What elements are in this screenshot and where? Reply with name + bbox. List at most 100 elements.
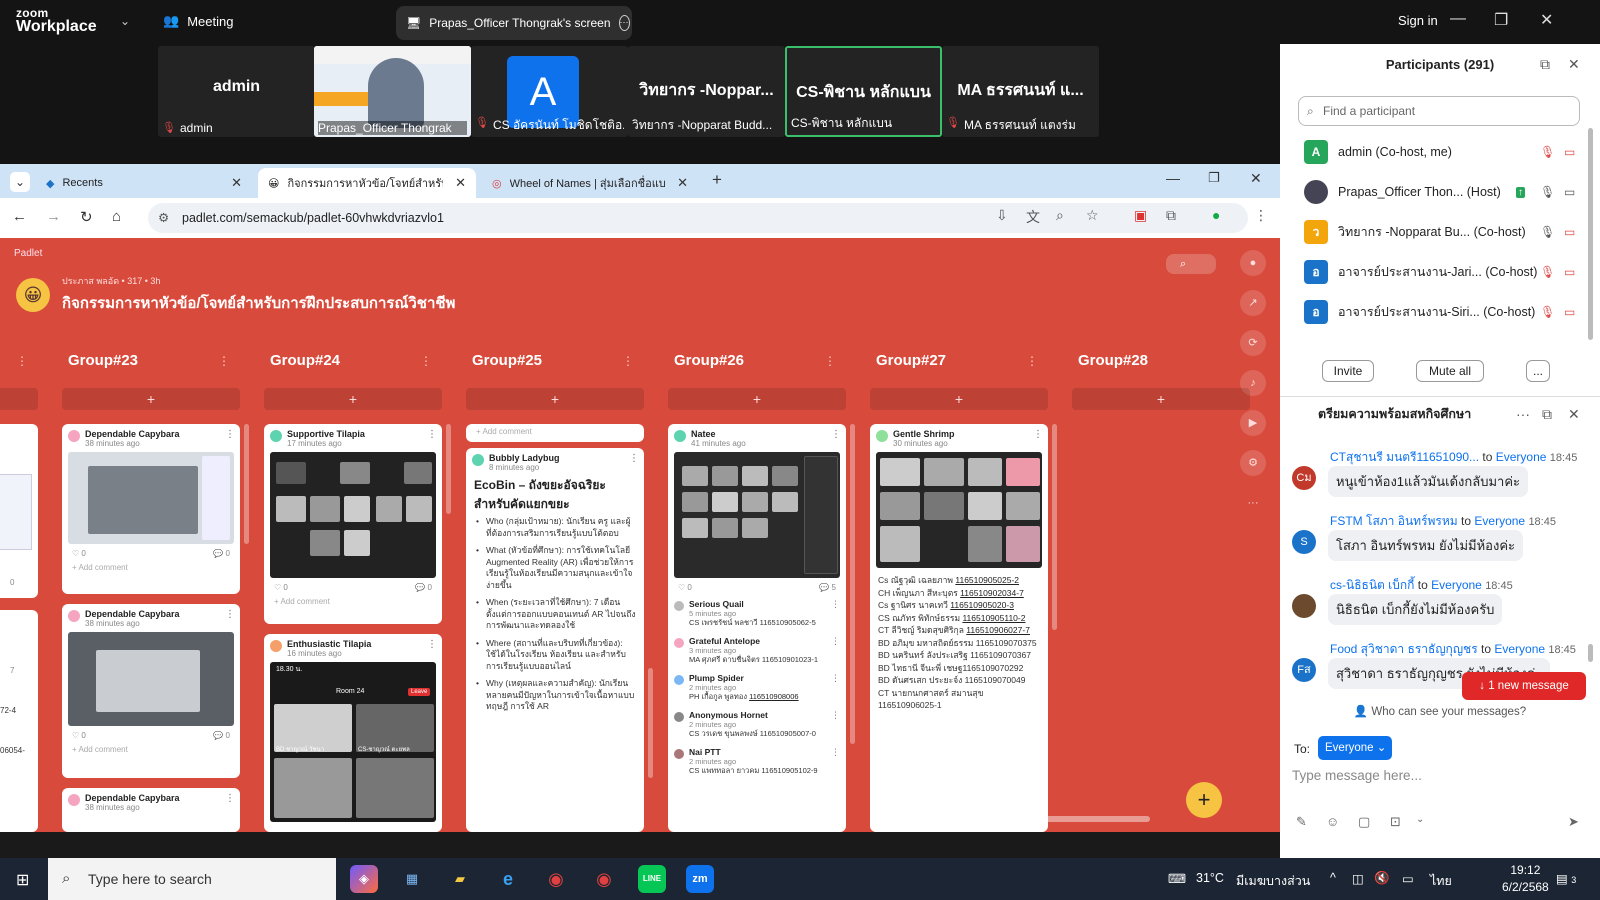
participant-row[interactable]: ว วิทยากร -Nopparat Bu... (Co-host) 🎙 ▭ [1280,212,1600,252]
add-post-button[interactable]: + [870,388,1048,410]
line-app-icon[interactable]: LINE [638,865,666,893]
sender-name[interactable]: Food สุวิชาดา ธราธัญกุญชร [1330,642,1478,656]
post-card[interactable]: Bubbly Ladybug 8 minutes ago ⋮ EcoBin – ถั… [466,448,644,832]
video-tile-ma[interactable]: MA ธรรศนนท์ แ... 🎙 MA ธรรศนนท์ แตงร่ม [942,46,1099,137]
meeting-button[interactable]: 👥 Meeting [163,13,233,29]
clock[interactable]: 19:12 6/2/2568 [1502,862,1549,896]
post-menu-icon[interactable]: ⋮ [225,429,235,440]
add-post-button[interactable]: + [668,388,846,410]
add-post-button[interactable]: + [62,388,240,410]
zoom-logo[interactable]: zoom Workplace [16,7,97,35]
column-scrollbar[interactable] [648,668,653,778]
chat-popout-icon[interactable]: ⧉ [1542,406,1552,423]
comment-link[interactable]: 116510908006 [749,692,799,701]
mic-muted-icon[interactable]: 🎙 [1540,145,1555,159]
reload-icon[interactable]: ↻ [80,208,93,226]
add-post-fab[interactable]: + [1186,782,1222,818]
close-tab-icon[interactable]: ✕ [455,175,466,191]
add-comment[interactable]: + Add comment [466,424,644,440]
video-off-icon[interactable]: ▭ [1564,145,1575,159]
comment-menu-icon[interactable]: ⋮ [831,673,840,684]
url-field[interactable]: ⚙ padlet.com/semackub/padlet-60vhwkdvria… [148,203,1248,233]
format-icon[interactable]: ✎ [1296,814,1307,830]
post-card[interactable]: Dependable Capybara 38 minutes ago ⋮ ♡ 0 💬 … [62,604,240,778]
post-card[interactable]: Dependable Capybara 38 minutes ago ⋮ [62,788,240,832]
add-comment[interactable]: + Add comment [62,561,240,576]
video-tile-active-speaker[interactable]: CS-พิชาน หลักแบน CS-พิชาน หลักแบน [785,46,942,137]
participant-row[interactable]: Prapas_Officer Thon... (Host) ↑ 🎙 ▭ [1280,172,1600,212]
taskbar-search[interactable]: ⌕ Type here to search [48,858,336,900]
zoom-app-icon[interactable]: zm [686,865,714,893]
share-icon[interactable]: ↗ [1240,290,1266,316]
add-post-button[interactable]: + [1072,388,1250,410]
video-tile-cs[interactable]: A 🎙 CS อัครนันท์ โมชิดโชติอ... [471,46,628,137]
mic-icon[interactable]: 🎙 [1540,185,1555,199]
board-search-icon[interactable]: ⌕ [1166,254,1216,274]
post-card[interactable]: Enthusiastic Tilapia 16 minutes ago ⋮ 18.3… [264,634,442,832]
column-scrollbar[interactable] [1052,424,1057,630]
add-post-button[interactable]: + [466,388,644,410]
column-menu-icon[interactable]: ⋮ [420,354,432,368]
comment-menu-icon[interactable]: ⋮ [831,599,840,610]
like-count[interactable]: ♡ 0 [72,549,86,558]
participants-more-button[interactable]: ... [1526,360,1550,382]
browser-restore-icon[interactable]: ❐ [1208,170,1220,186]
post-card[interactable]: Natee 41 minutes ago ⋮ ♡ 0 💬 5 Serious Quai… [668,424,846,832]
participants-scrollbar[interactable] [1588,128,1593,340]
post-card[interactable]: 7 72-4 06054- [0,610,38,832]
browser-close-icon[interactable]: ✕ [1250,170,1262,187]
close-tab-icon[interactable]: ✕ [231,175,242,191]
tab-wheel-of-names[interactable]: ◎ Wheel of Names | สุ่มเลือกชื่อแบบ ✕ [482,168,698,198]
add-post-button[interactable]: + [264,388,442,410]
comment-count[interactable]: 💬 0 [415,583,432,592]
post-card-partial[interactable]: + Add comment [466,424,644,442]
task-view-icon[interactable]: ▦ [398,865,426,893]
tab-search-icon[interactable]: ⌄ [10,172,30,192]
profile-avatar-icon[interactable]: ● [1212,207,1220,223]
profile-icon[interactable]: ● [1240,250,1266,276]
video-tile-speaker[interactable]: วิทยากร -Noppar... วิทยากร -Nopparat Bud… [628,46,785,137]
participant-row[interactable]: A admin (Co-host, me) 🎙 ▭ [1280,132,1600,172]
like-count[interactable]: ♡ 0 [678,583,692,592]
zoom-icon[interactable]: ⌕ [1056,207,1064,224]
chevron-down-icon[interactable]: ⌄ [120,14,130,28]
comment-menu-icon[interactable]: ⋮ [831,636,840,647]
bookmark-star-icon[interactable]: ☆ [1086,207,1099,224]
comment-count[interactable]: 💬 0 [213,549,230,558]
video-tile-host[interactable]: Prapas_Officer Thongrak [314,46,471,137]
post-card[interactable]: 0 [0,424,38,598]
post-menu-icon[interactable]: ⋮ [1033,429,1043,440]
chat-message-input[interactable]: Type message here... [1292,768,1422,783]
sign-in-link[interactable]: Sign in [1398,13,1438,28]
extensions-puzzle-icon[interactable]: ⧉ [1166,207,1176,224]
comment-count[interactable]: 💬 0 [213,731,230,740]
add-comment[interactable]: + Add comment [62,743,240,758]
column-menu-icon[interactable]: ⋮ [824,354,836,368]
network-icon[interactable]: ▭ [1402,871,1414,886]
comment-menu-icon[interactable]: ⋮ [831,710,840,721]
browser-minimize-icon[interactable]: — [1166,170,1180,186]
post-card[interactable]: Gentle Shrimp 30 minutes ago ⋮ Cs ณัฐวุฒิ … [870,424,1048,832]
post-menu-icon[interactable]: ⋮ [225,793,235,804]
post-menu-icon[interactable]: ⋮ [629,453,639,464]
comment-menu-icon[interactable]: ⋮ [831,747,840,758]
close-panel-icon[interactable]: ✕ [1568,56,1580,73]
chrome-icon-2[interactable]: ◉ [590,865,618,893]
new-message-button[interactable]: ↓ 1 new message [1462,672,1586,700]
video-off-icon[interactable]: ▭ [1564,305,1575,319]
column-menu-icon[interactable]: ⋮ [218,354,230,368]
translate-icon[interactable]: 文 [1026,207,1040,227]
column-scrollbar[interactable] [850,424,855,744]
sender-name[interactable]: cs-นิธิธนิต เบ็กกี้ [1330,578,1414,592]
camera-icon[interactable]: ◫ [1352,871,1364,886]
sender-name[interactable]: FSTM โสภา อินทร์พรหม [1330,514,1458,528]
notifications-icon[interactable]: ▤ 3 [1556,871,1576,886]
weather-text[interactable]: มีเมฆบางส่วน [1236,871,1310,891]
add-comment[interactable]: + Add comment [264,595,442,610]
language-indicator[interactable]: ไทย [1430,871,1452,891]
tray-expand-icon[interactable]: ^ [1330,871,1336,885]
chat-more-icon[interactable]: ··· [1516,406,1530,422]
copilot-icon[interactable]: ◈ [350,865,378,893]
windows-start-icon[interactable]: ⊞ [16,870,29,890]
post-menu-icon[interactable]: ⋮ [831,429,841,440]
